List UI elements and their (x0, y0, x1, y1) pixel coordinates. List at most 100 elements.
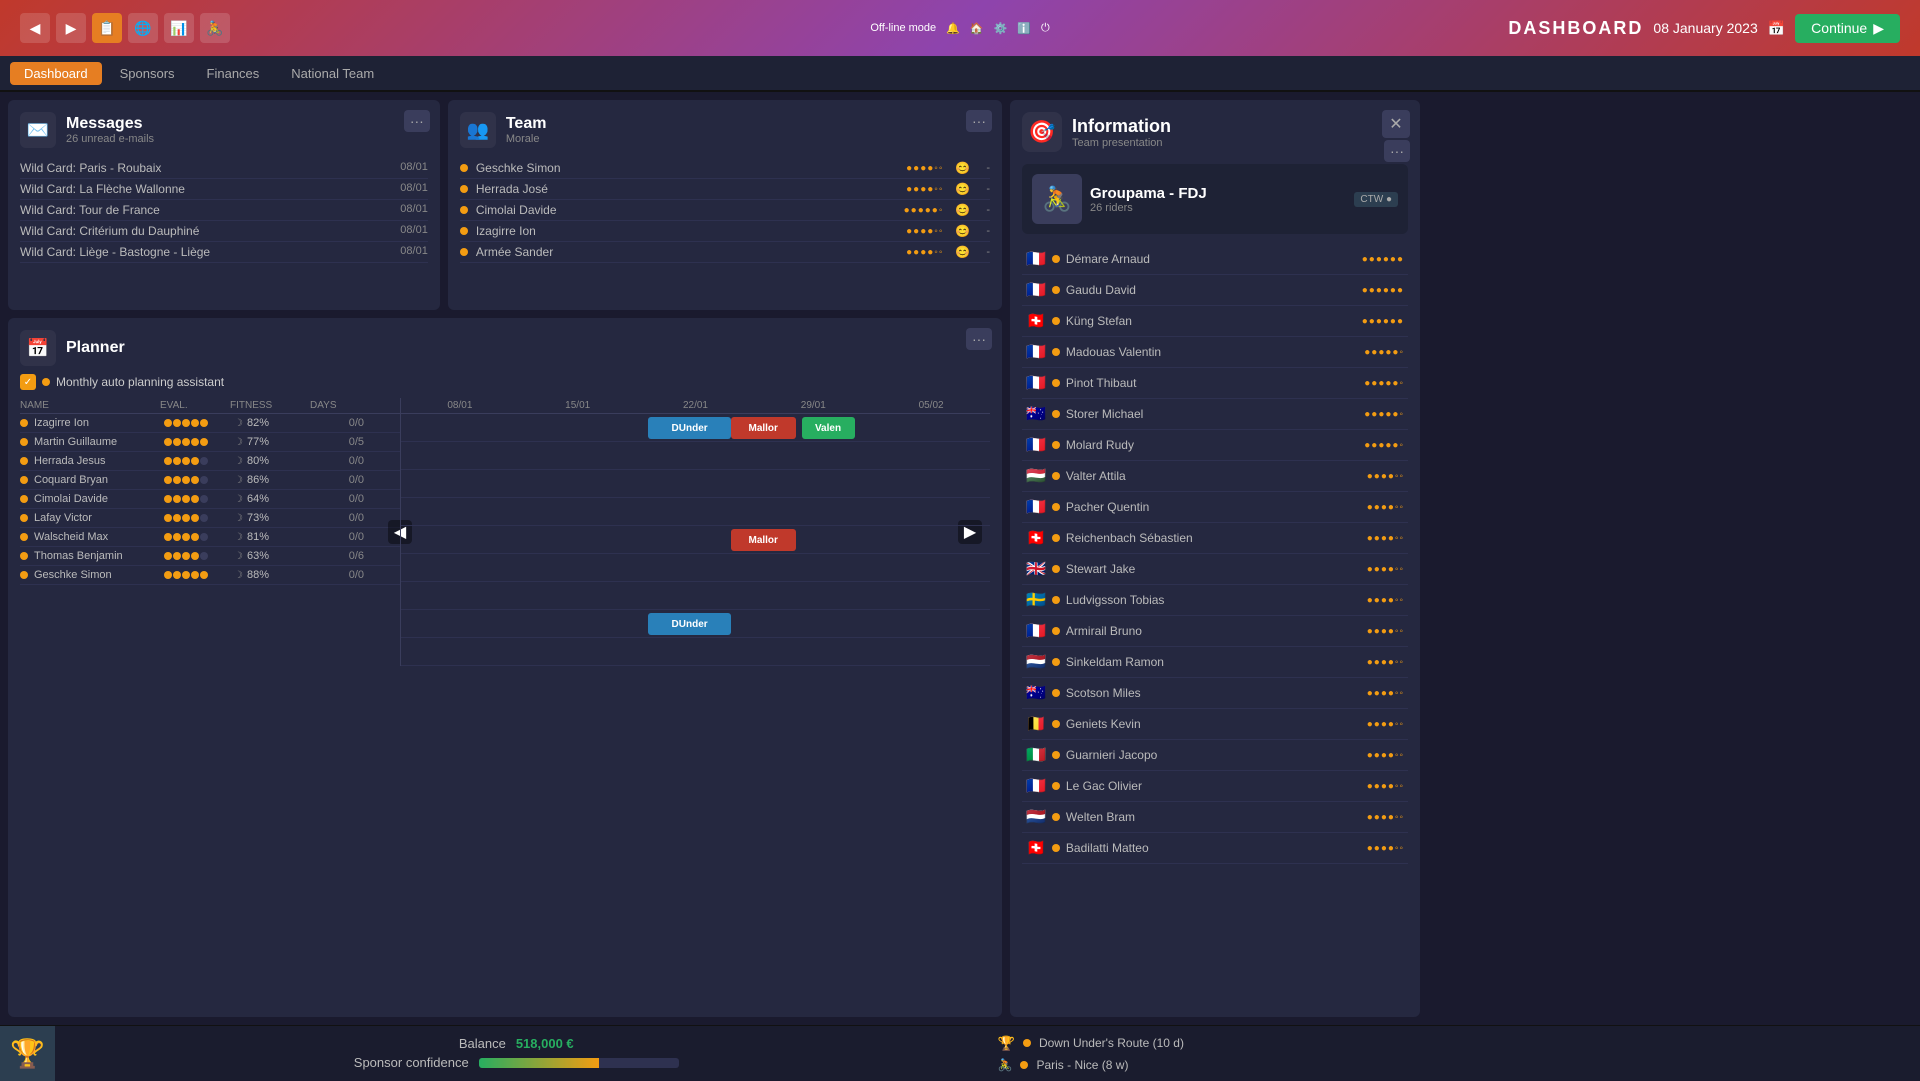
message-item-1[interactable]: Wild Card: La Flèche Wallonne 08/01 (20, 179, 428, 200)
rider-stars-6: ●●●●●◦ (1364, 440, 1404, 451)
rider-row-9[interactable]: 🇨🇭 Reichenbach Sébastien ●●●●◦◦ (1022, 523, 1408, 554)
rider-flag-3: 🇫🇷 (1026, 342, 1046, 362)
rider-fitness-6: 81% (247, 531, 269, 543)
rider-row-0[interactable]: 🇫🇷 Démare Arnaud ●●●●●● (1022, 244, 1408, 275)
rider-stars-14: ●●●●◦◦ (1367, 688, 1404, 699)
rider-status-dot-19 (1052, 844, 1060, 852)
message-item-0[interactable]: Wild Card: Paris - Roubaix 08/01 (20, 158, 428, 179)
eval-dot (173, 552, 181, 560)
moon-icon-0: ☽ (234, 418, 243, 429)
rider-stars-16: ●●●●◦◦ (1367, 750, 1404, 761)
message-date-1: 08/01 (400, 182, 428, 196)
rider-flag-18: 🇳🇱 (1026, 807, 1046, 827)
rider-name-6: Walscheid Max (34, 531, 164, 543)
moon-icon-4: ☽ (234, 494, 243, 505)
rider-row-18[interactable]: 🇳🇱 Welten Bram ●●●●◦◦ (1022, 802, 1408, 833)
planner-menu[interactable]: ··· (966, 328, 992, 350)
morale-name-1: Herrada José (476, 182, 898, 196)
rider-days-3: 0/0 (314, 474, 364, 486)
eval-dot (182, 419, 190, 427)
rider-row-17[interactable]: 🇫🇷 Le Gac Olivier ●●●●◦◦ (1022, 771, 1408, 802)
rider-row-8[interactable]: 🇫🇷 Pacher Quentin ●●●●◦◦ (1022, 492, 1408, 523)
rider-row-13[interactable]: 🇳🇱 Sinkeldam Ramon ●●●●◦◦ (1022, 647, 1408, 678)
rider-row-1[interactable]: 🇫🇷 Gaudu David ●●●●●● (1022, 275, 1408, 306)
message-item-2[interactable]: Wild Card: Tour de France 08/01 (20, 200, 428, 221)
rider-name-info-11: Ludvigsson Tobias (1066, 593, 1361, 607)
rider-row-2[interactable]: 🇨🇭 Küng Stefan ●●●●●● (1022, 306, 1408, 337)
rider-row-19[interactable]: 🇨🇭 Badilatti Matteo ●●●●◦◦ (1022, 833, 1408, 864)
rider-name-4: Cimolai Davide (34, 493, 164, 505)
race-block-dunder[interactable]: DUnder (648, 613, 730, 635)
nav-back[interactable]: ◀ (20, 13, 50, 43)
tab-dashboard[interactable]: Dashboard (10, 62, 102, 85)
rider-name-info-15: Geniets Kevin (1066, 717, 1361, 731)
message-item-3[interactable]: Wild Card: Critérium du Dauphiné 08/01 (20, 221, 428, 242)
race-dot-0 (1023, 1039, 1031, 1047)
continue-button[interactable]: Continue ▶ (1795, 14, 1900, 43)
eval-dot (191, 476, 199, 484)
tab-sponsors[interactable]: Sponsors (106, 62, 189, 85)
messages-menu[interactable]: ··· (404, 110, 430, 132)
moon-icon-7: ☽ (234, 551, 243, 562)
nav-stats[interactable]: 📊 (164, 13, 194, 43)
rider-days-2: 0/0 (314, 455, 364, 467)
rider-row-10[interactable]: 🇬🇧 Stewart Jake ●●●●◦◦ (1022, 554, 1408, 585)
morale-name-2: Cimolai Davide (476, 203, 896, 217)
rider-row-11[interactable]: 🇸🇪 Ludvigsson Tobias ●●●●◦◦ (1022, 585, 1408, 616)
morale-dot-1 (460, 185, 468, 193)
auto-planning-checkbox[interactable]: ✓ (20, 374, 36, 390)
rider-row-3[interactable]: 🇫🇷 Madouas Valentin ●●●●●◦ (1022, 337, 1408, 368)
rider-row-7[interactable]: 🇭🇺 Valter Attila ●●●●◦◦ (1022, 461, 1408, 492)
message-date-2: 08/01 (400, 203, 428, 217)
rider-fitness-4: 64% (247, 493, 269, 505)
race-block-mallor[interactable]: Mallor (731, 529, 796, 551)
moon-icon-2: ☽ (234, 456, 243, 467)
rider-stars-11: ●●●●◦◦ (1367, 595, 1404, 606)
rider-name-info-14: Scotson Miles (1066, 686, 1361, 700)
nav-globe[interactable]: 🌐 (128, 13, 158, 43)
planner-row-8: Geschke Simon ☽ 88% 0/0 (20, 566, 400, 585)
home-icon[interactable]: 🏠 (970, 22, 984, 35)
tab-finances[interactable]: Finances (193, 62, 274, 85)
nav-cycle[interactable]: 🚴 (200, 13, 230, 43)
rider-stars-5: ●●●●●◦ (1364, 409, 1404, 420)
rider-stars-1: ●●●●●● (1362, 285, 1404, 296)
mode-label: Off-line mode (870, 22, 936, 34)
rider-row-15[interactable]: 🇧🇪 Geniets Kevin ●●●●◦◦ (1022, 709, 1408, 740)
eval-dot (182, 571, 190, 579)
info-panel-icon: 🎯 (1022, 112, 1062, 152)
rider-row-4[interactable]: 🇫🇷 Pinot Thibaut ●●●●●◦ (1022, 368, 1408, 399)
rider-days-4: 0/0 (314, 493, 364, 505)
morale-dot-0 (460, 164, 468, 172)
nav-dashboard[interactable]: 📋 (92, 13, 122, 43)
info-icon[interactable]: ℹ️ (1017, 22, 1031, 35)
rider-stars-7: ●●●●◦◦ (1367, 471, 1404, 482)
rider-flag-10: 🇬🇧 (1026, 559, 1046, 579)
main-layout: ✉️ Messages 26 unread e-mails ··· Wild C… (0, 92, 1920, 1025)
rider-dot-8 (20, 571, 28, 579)
rider-flag-9: 🇨🇭 (1026, 528, 1046, 548)
planner-icon: 📅 (20, 330, 56, 366)
rider-row-16[interactable]: 🇮🇹 Guarnieri Jacopo ●●●●◦◦ (1022, 740, 1408, 771)
race-block-dunder[interactable]: DUnder (648, 417, 730, 439)
rider-flag-1: 🇫🇷 (1026, 280, 1046, 300)
info-menu[interactable]: ··· (1384, 140, 1410, 162)
race-block-valen[interactable]: Valen (802, 417, 855, 439)
tab-national-team[interactable]: National Team (277, 62, 388, 85)
calendar-icon[interactable]: 📅 (1768, 20, 1785, 37)
rider-row-6[interactable]: 🇫🇷 Molard Rudy ●●●●●◦ (1022, 430, 1408, 461)
info-close-button[interactable]: ✕ (1382, 110, 1410, 138)
rider-fitness-3: 86% (247, 474, 269, 486)
rider-row-14[interactable]: 🇦🇺 Scotson Miles ●●●●◦◦ (1022, 678, 1408, 709)
date-area: DASHBOARD 08 January 2023 📅 Continue ▶ (1508, 14, 1900, 43)
rider-eval-4 (164, 495, 234, 503)
race-block-mallor[interactable]: Mallor (731, 417, 796, 439)
nav-forward[interactable]: ▶ (56, 13, 86, 43)
power-icon[interactable]: ⏻ (1041, 22, 1050, 35)
message-item-4[interactable]: Wild Card: Liège - Bastogne - Liège 08/0… (20, 242, 428, 263)
rider-row-5[interactable]: 🇦🇺 Storer Michael ●●●●●◦ (1022, 399, 1408, 430)
team-menu[interactable]: ··· (966, 110, 992, 132)
rider-row-12[interactable]: 🇫🇷 Armirail Bruno ●●●●◦◦ (1022, 616, 1408, 647)
gear-icon[interactable]: ⚙️ (994, 22, 1008, 35)
morale-dot-2 (460, 206, 468, 214)
